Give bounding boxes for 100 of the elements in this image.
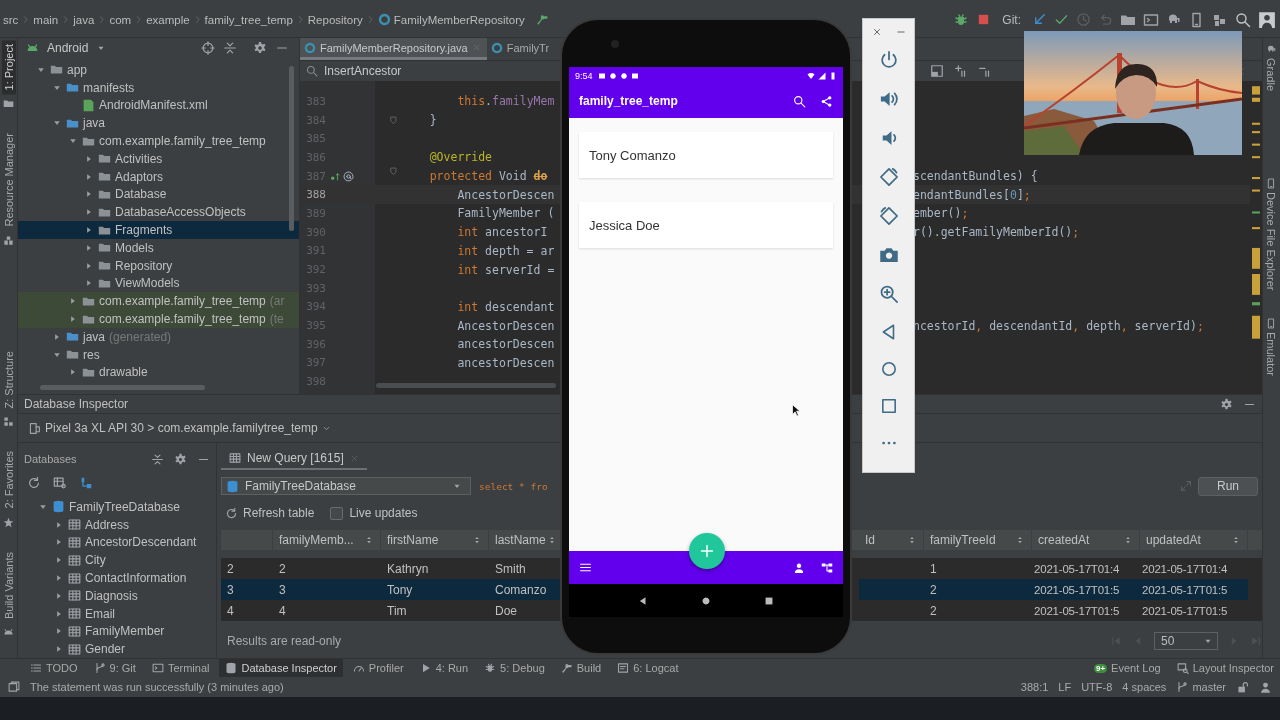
list-item-card[interactable]: Jessica Doe [579,202,833,248]
tool-tab[interactable]: 6: Logcat [611,659,685,677]
page-size-dropdown[interactable]: 50 [1154,632,1218,650]
table-row[interactable]: 2 2 Kathryn Smith [221,558,564,579]
link-icon[interactable] [79,476,93,490]
tree-item[interactable]: com.example.family_tree_temp (te [18,310,299,328]
settings-icon[interactable] [253,41,267,55]
tool-window-tab[interactable]: 1: Project [1,40,16,95]
panel-toggle-icon[interactable] [8,681,20,693]
tool-tab[interactable]: 5: Debug [478,659,551,677]
person-icon[interactable] [1259,680,1272,694]
breadcrumb-item[interactable]: Repository [307,13,363,26]
menu-icon[interactable] [579,561,592,574]
scrollbar[interactable] [40,385,205,390]
tree-item[interactable]: java [18,114,299,133]
tree-item[interactable]: manifests [18,78,299,97]
run-button[interactable]: Run [1198,476,1258,496]
refresh-table-button[interactable]: Refresh table [221,506,319,520]
avatar-icon[interactable] [1258,10,1276,29]
tree-item[interactable]: Adaptors [18,167,299,186]
cursor-position[interactable]: 388:1 [1020,681,1049,693]
tree-item[interactable]: Models [18,238,299,257]
home-icon[interactable] [701,595,711,606]
hierarchy-icon[interactable] [821,561,833,574]
tool-tab[interactable]: 9+ Event Log [1088,659,1167,677]
tree-item[interactable]: City [18,551,216,570]
tree-item[interactable]: java (generated) [18,327,299,346]
database-dropdown[interactable]: FamilyTreeDatabase [221,477,471,495]
collapse-icon[interactable] [223,41,237,55]
tree-item[interactable]: ContactInformation [18,569,216,587]
tree-item[interactable]: app [18,61,299,79]
tree-item[interactable]: Diagnosis [18,587,216,605]
column-header[interactable]: updatedAt [1140,530,1248,550]
scrollbar[interactable] [289,66,294,231]
tool-window-tab[interactable]: Resource Manager [1,129,16,232]
close-icon[interactable] [871,27,882,37]
column-header[interactable]: familyTreeId [924,530,1032,550]
refresh-icon[interactable] [27,476,41,490]
column-header[interactable]: createdAt [1032,530,1140,550]
tree-item[interactable]: Activities [18,150,299,168]
bug-icon[interactable] [953,11,970,28]
tree-item[interactable]: Repository [18,256,299,275]
column-header[interactable]: Id [859,530,924,550]
tree-item[interactable]: res [18,345,299,364]
zoom-icon[interactable] [878,284,899,304]
search-icon[interactable] [1235,11,1251,28]
rotate-left-icon[interactable] [878,167,899,187]
breadcrumb-item[interactable]: family_tree_temp [204,13,293,26]
editor-tab[interactable]: FamilyMemberRepository.java [300,38,487,60]
line-ending[interactable]: LF [1058,681,1072,693]
table-row[interactable]: 2 2021-05-17T01:5 2021-05-17T01:5 [859,600,1248,621]
table-row[interactable]: 4 4 Tim Doe [221,600,564,621]
tree-item[interactable]: FamilyTreeDatabase [18,498,216,516]
tool-window-tab[interactable]: Device File Explorer [1265,192,1277,291]
settings-icon[interactable] [174,452,187,466]
tool-tab[interactable]: 9: Git [87,659,142,677]
power-icon[interactable] [878,50,899,70]
column-header[interactable]: firstName [381,530,489,550]
terminal-icon[interactable] [1143,11,1159,28]
table-search-icon[interactable] [53,476,67,490]
file-encoding[interactable]: UTF-8 [1081,681,1113,693]
tree-item[interactable]: Gender [18,640,216,659]
breadcrumb-item[interactable]: com [109,13,132,26]
view-selector[interactable]: Android [47,41,89,55]
person-icon[interactable] [793,561,805,574]
tool-tab[interactable]: Database Inspector [219,659,343,677]
indent-setting[interactable]: 4 spaces [1122,681,1167,693]
tool-tab[interactable]: TODO [24,659,84,677]
search-icon[interactable] [793,94,806,108]
overview-icon[interactable] [764,595,775,606]
hammer-icon[interactable] [535,13,549,26]
list-item-card[interactable]: Tony Comanzo [579,132,833,178]
tree-item[interactable]: Fragments [18,221,299,239]
tool-window-tab[interactable]: Z: Structure [1,347,16,413]
tool-window-tab[interactable]: 2: Favorites [1,447,16,513]
tool-tab[interactable]: Layout Inspector [1170,659,1280,677]
tool-tab[interactable]: 4: Run [413,659,475,677]
overview-icon[interactable] [879,397,898,415]
tree-item[interactable]: Address [18,515,216,534]
tree-item[interactable]: com.example.family_tree_temp (ar [18,292,299,311]
tool-window-tab[interactable]: Emulator [1265,332,1277,377]
tool-window-tab[interactable]: Build Variants [1,547,16,623]
table-row[interactable]: 1 2021-05-17T01:4 2021-05-17T01:4 [859,558,1248,579]
tool-tab[interactable]: Terminal [145,659,216,677]
layout-icon[interactable] [930,64,944,78]
arrow-icon[interactable] [1032,12,1047,27]
tree-item[interactable]: com.example.family_tree_temp [18,132,299,150]
breadcrumb-item[interactable]: java [73,13,95,26]
tree-item[interactable]: AndroidManifest.xml [18,96,299,115]
volume-up-icon[interactable] [878,89,899,109]
add-selection-icon[interactable] [954,64,968,78]
tree-item[interactable]: FamilyMember [18,622,216,641]
tree-item[interactable]: Email [18,604,216,623]
tree-item[interactable]: DatabaseAccessObjects [18,203,299,222]
breadcrumb-item[interactable]: src [3,13,19,26]
search-field[interactable]: InsertAncestor [324,64,524,78]
share-icon[interactable] [820,94,833,108]
checkbox[interactable] [330,506,344,520]
tree-item[interactable]: AncestorDescendant [18,533,216,552]
tool-tab[interactable]: Profiler [346,659,410,677]
